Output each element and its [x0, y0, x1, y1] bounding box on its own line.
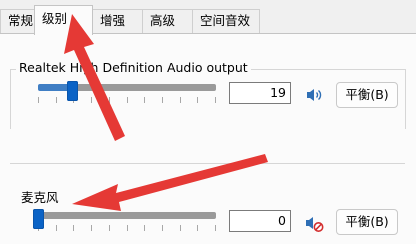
output-mute-button[interactable] [302, 84, 326, 106]
slider-tick [108, 97, 110, 103]
slider-tick [197, 225, 199, 231]
slider-tick [197, 97, 199, 103]
output-device-label: Realtek High Definition Audio output [16, 60, 251, 75]
microphone-volume-ticks [38, 225, 216, 231]
slider-tick [215, 225, 216, 231]
output-volume-track[interactable] [38, 84, 216, 91]
microphone-label: 麦克风 [18, 187, 62, 206]
slider-tick [108, 225, 110, 231]
slider-tick [126, 225, 128, 231]
tab-spatial-sound[interactable]: 空间音效 [192, 9, 260, 33]
group-separator [10, 163, 405, 164]
microphone-volume-track[interactable] [38, 212, 216, 219]
tab-advanced[interactable]: 高级 [142, 9, 193, 33]
slider-tick [73, 225, 75, 231]
tab-levels[interactable]: 级别 [34, 5, 93, 35]
slider-tick [161, 225, 163, 231]
microphone-volume-slider-thumb[interactable] [33, 209, 44, 229]
slider-tick [179, 97, 181, 103]
speaker-muted-icon [306, 217, 324, 232]
slider-tick [38, 97, 39, 103]
slider-tick [179, 225, 181, 231]
slider-tick [215, 97, 216, 103]
tab-general[interactable]: 常规 [0, 9, 37, 33]
output-group-left-border [10, 69, 11, 129]
slider-tick [91, 97, 93, 103]
slider-tick [144, 97, 146, 103]
speaker-icon [307, 89, 322, 101]
microphone-mute-button[interactable] [302, 213, 326, 235]
tab-strip: 常规 级别 增强 高级 空间音效 [0, 0, 416, 35]
slider-tick [55, 97, 57, 103]
microphone-level-field[interactable]: 0 [229, 210, 291, 232]
slider-tick [144, 225, 146, 231]
microphone-balance-button[interactable]: 平衡(B) [336, 209, 398, 235]
output-volume-slider-thumb[interactable] [66, 81, 78, 101]
output-level-field[interactable]: 19 [229, 82, 291, 104]
slider-tick [126, 97, 128, 103]
tab-enhancements[interactable]: 增强 [92, 9, 143, 33]
slider-tick [91, 225, 93, 231]
slider-tick [55, 225, 57, 231]
slider-tick [161, 97, 163, 103]
output-balance-button[interactable]: 平衡(B) [336, 82, 398, 108]
output-group-right-border [405, 69, 406, 129]
output-volume-ticks [38, 97, 216, 103]
